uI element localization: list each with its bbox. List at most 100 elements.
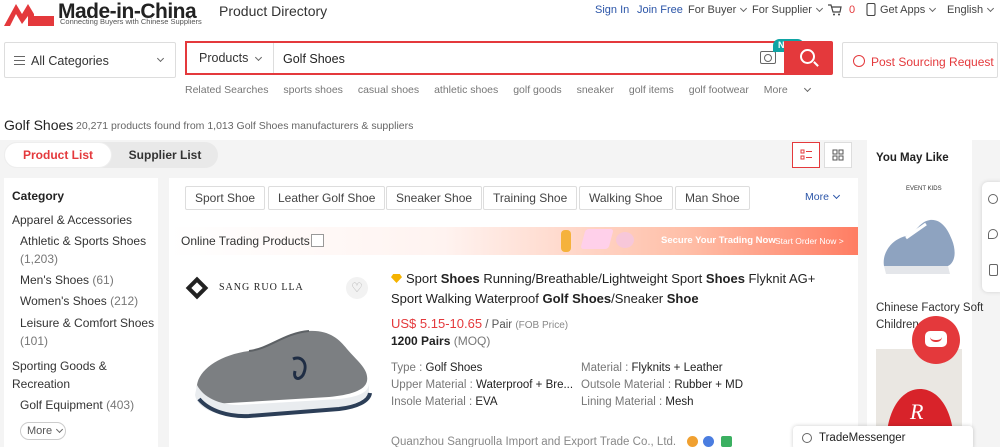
sidebar-item-mens-shoes[interactable]: Men's Shoes (61) [20, 270, 114, 290]
related-searches: Related Searches sports shoes casual sho… [185, 84, 834, 96]
filter-chip[interactable]: Sneaker Shoe [386, 186, 483, 210]
banner-decoration [580, 229, 614, 249]
post-sourcing-request-button[interactable]: Post Sourcing Request [842, 42, 998, 78]
search-button[interactable] [784, 41, 833, 75]
join-free-link[interactable]: Join Free [637, 4, 683, 16]
tab-supplier-list[interactable]: Supplier List [112, 142, 218, 168]
language-menu[interactable]: English [947, 4, 995, 16]
cart-icon[interactable] [828, 4, 842, 16]
sidebar-item-athletic-shoes[interactable]: Athletic & Sports Shoes [20, 231, 146, 251]
product-attribute: Outsole Material : Rubber + MD [581, 379, 744, 391]
phone-icon [866, 3, 876, 16]
view-toggle [792, 142, 852, 168]
product-attribute: Lining Material : Mesh [581, 396, 694, 408]
sidebar-item-recreation[interactable]: Recreation [12, 374, 70, 394]
chat-bubble-button[interactable] [912, 316, 960, 364]
secured-badge-icon [721, 436, 732, 447]
product-price: US$ 5.15-10.65 / Pair (FOB Price) [391, 316, 569, 331]
grid-view-button[interactable] [824, 142, 852, 168]
related-link[interactable]: sports shoes [283, 84, 343, 96]
recommended-product-image[interactable]: EVENT KIDS [876, 176, 962, 288]
filters-more-link[interactable]: More [805, 191, 840, 203]
filter-chip[interactable]: Man Shoe [675, 186, 750, 210]
online-trading-bar: Online Trading Products Secure Your Trad… [169, 227, 858, 255]
cart-count: 0 [849, 4, 856, 16]
filter-chip[interactable]: Sport Shoe [185, 186, 266, 210]
chevron-down-icon [156, 54, 165, 63]
supplier-badge-icon [687, 436, 698, 447]
camera-icon[interactable] [760, 51, 776, 64]
banner-decoration [616, 232, 634, 248]
get-apps-menu[interactable]: Get Apps [880, 4, 937, 16]
results-title: Golf Shoes [4, 117, 74, 133]
sidebar-more-button[interactable]: More [20, 422, 66, 440]
online-trading-label: Online Trading Products [181, 234, 310, 248]
chevron-down-icon [815, 4, 823, 13]
for-supplier-menu[interactable]: For Supplier [752, 4, 823, 16]
sidebar-item-golf-equipment[interactable]: Golf Equipment (403) [20, 395, 134, 415]
divider [273, 43, 274, 73]
product-attribute: Type : Golf Shoes [391, 362, 483, 374]
favorite-heart-icon[interactable]: ♡ [346, 277, 368, 299]
message-icon[interactable] [988, 194, 998, 204]
related-link[interactable]: athletic shoes [434, 84, 498, 96]
product-image[interactable] [189, 315, 375, 425]
sidebar-item-womens-shoes[interactable]: Women's Shoes (212) [20, 291, 138, 311]
related-link[interactable]: golf footwear [689, 84, 749, 96]
you-may-like-panel: You May Like EVENT KIDS Chinese Factory … [867, 140, 983, 447]
chevron-down-icon [929, 4, 937, 13]
sidebar-item-apparel[interactable]: Apparel & Accessories [12, 210, 132, 230]
product-attribute: Material : Flyknits + Leather [581, 362, 723, 374]
related-link[interactable]: golf goods [513, 84, 561, 96]
tab-product-list[interactable]: Product List [4, 142, 112, 168]
top-bar: Made-in-China Connecting Buyers with Chi… [0, 0, 1000, 38]
filter-chip[interactable]: Walking Shoe [579, 186, 673, 210]
results-count: 20,271 products found from 1,013 Golf Sh… [76, 120, 414, 132]
online-trading-checkbox[interactable] [311, 234, 324, 247]
search-input[interactable] [283, 49, 743, 69]
related-link[interactable]: sneaker [577, 84, 614, 96]
related-link[interactable]: golf items [629, 84, 674, 96]
search-box: Products [185, 41, 785, 75]
sidebar-item-sporting-goods[interactable]: Sporting Goods & [12, 356, 107, 376]
supplier-name-link[interactable]: Quanzhou Sangruolla Import and Export Tr… [391, 436, 676, 447]
brand-logo-icon [185, 276, 209, 300]
grid-view-icon [832, 149, 844, 161]
messenger-icon [802, 433, 812, 443]
product-attribute: Upper Material : Waterproof + Bre... [391, 379, 574, 391]
floating-toolbar [982, 182, 1000, 292]
chat-icon[interactable] [988, 229, 998, 239]
filter-chip[interactable]: Leather Golf Shoe [268, 186, 386, 210]
phone-icon[interactable] [989, 264, 998, 276]
filter-chip[interactable]: Training Shoe [483, 186, 578, 210]
related-label: Related Searches [185, 84, 269, 96]
panel-title: You May Like [876, 152, 949, 164]
product-title[interactable]: Sport Shoes Running/Breathable/Lightweig… [391, 269, 831, 309]
product-moq: 1200 Pairs (MOQ) [391, 334, 491, 348]
audited-badge-icon [703, 436, 714, 447]
category-label: All Categories [31, 54, 109, 68]
start-order-link[interactable]: Start Order Now > [775, 236, 844, 246]
related-more-link[interactable]: More [764, 84, 822, 96]
chevron-down-icon [832, 191, 840, 200]
logo-tagline: Connecting Buyers with Chinese Suppliers [60, 17, 202, 26]
chevron-down-icon [987, 4, 995, 13]
all-categories-dropdown[interactable]: All Categories [4, 42, 176, 78]
svg-text:R: R [909, 399, 924, 424]
chevron-down-icon [255, 53, 263, 62]
diamond-member-icon [391, 274, 402, 283]
for-buyer-menu[interactable]: For Buyer [688, 4, 748, 16]
brand-name: SANG RUO LLA [219, 282, 304, 293]
search-type-select[interactable]: Products [199, 51, 263, 65]
sidebar-item-leisure-shoes[interactable]: Leisure & Comfort Shoes [20, 313, 154, 333]
banner-decoration [561, 230, 571, 252]
list-view-button[interactable] [792, 142, 820, 168]
logo-icon[interactable] [4, 2, 54, 26]
sign-in-link[interactable]: Sign In [595, 4, 629, 16]
trade-messenger-bar[interactable]: TradeMessenger [793, 426, 973, 447]
chevron-down-icon [803, 84, 811, 93]
related-link[interactable]: casual shoes [358, 84, 419, 96]
section-title: Product Directory [219, 3, 328, 19]
product-attribute: Insole Material : EVA [391, 396, 498, 408]
chevron-down-icon [56, 425, 64, 434]
